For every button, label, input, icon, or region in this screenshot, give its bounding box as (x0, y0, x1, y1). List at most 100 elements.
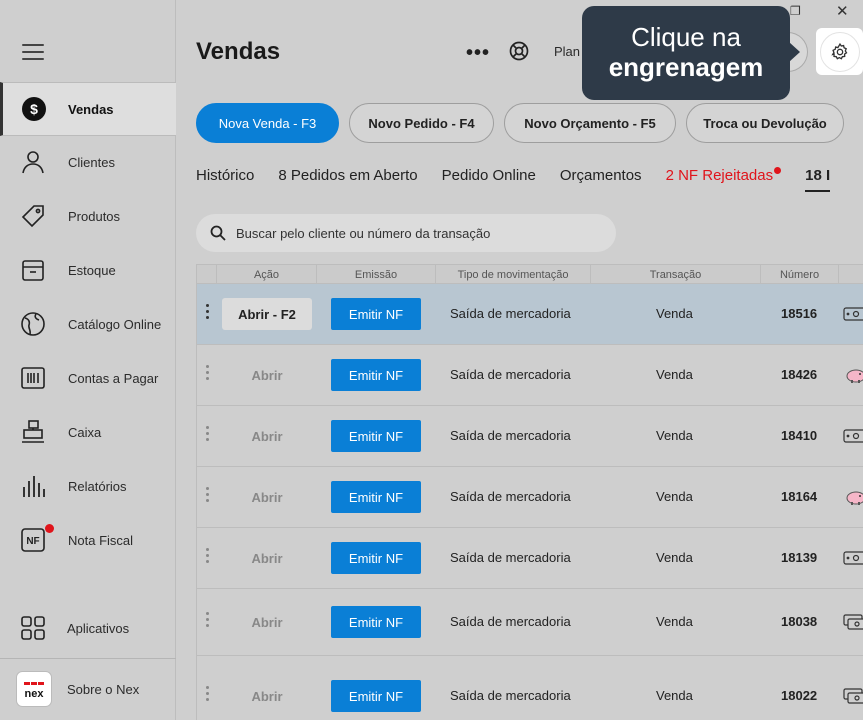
transaction-cell: Venda (656, 306, 693, 321)
nex-logo-icon: nex (16, 671, 52, 707)
emit-nf-button[interactable]: Emitir NF (331, 359, 421, 391)
open-button[interactable]: Abrir (222, 420, 312, 452)
open-button[interactable]: Abrir (222, 606, 312, 638)
plan-label[interactable]: Plan (554, 44, 580, 59)
gear-icon (819, 31, 860, 72)
emit-nf-button[interactable]: Emitir NF (331, 298, 421, 330)
cash-stack-icon (843, 687, 863, 705)
number-cell: 18410 (781, 428, 818, 443)
movement-type-cell: Saída de mercadoria (450, 306, 571, 321)
row-menu-icon[interactable] (203, 548, 211, 563)
nf-icon: NF (20, 527, 46, 553)
row-menu-icon[interactable] (203, 426, 211, 441)
table-row[interactable]: Abrir Emitir NF Saída de mercadoria Venda 18… (197, 345, 863, 406)
sidebar-item-caixa[interactable]: Caixa (0, 406, 176, 458)
column-header-transacao[interactable]: Transação (591, 265, 761, 284)
open-button[interactable]: Abrir (222, 481, 312, 513)
tab-pedidos-em-aberto[interactable]: 8 Pedidos em Aberto (278, 167, 417, 192)
table-row[interactable]: Abrir Emitir NF Saída de mercadoria Venda 18… (197, 467, 863, 528)
apps-icon (20, 615, 46, 641)
sidebar-item-label: Estoque (68, 262, 116, 278)
open-button[interactable]: Abrir (222, 680, 312, 712)
novo-pedido-button[interactable]: Novo Pedido - F4 (349, 103, 494, 143)
sidebar-item-relatorios[interactable]: Relatórios (0, 460, 176, 512)
tab-pedido-online[interactable]: Pedido Online (442, 167, 536, 192)
row-menu-icon[interactable] (203, 686, 211, 701)
sidebar-item-estoque[interactable]: Estoque (0, 244, 176, 296)
cash-icon (843, 305, 863, 323)
movement-type-cell: Saída de mercadoria (450, 489, 571, 504)
table-header: Ação Emissão Tipo de movimentação Transa… (197, 264, 863, 284)
nova-venda-button[interactable]: Nova Venda - F3 (196, 103, 339, 143)
cash-stack-icon (843, 613, 863, 631)
sidebar-item-label: Sobre o Nex (67, 681, 140, 697)
sidebar-item-clientes[interactable]: Clientes (0, 136, 176, 188)
barcode-icon (20, 365, 46, 391)
piggy-icon (843, 488, 863, 506)
troca-devolucao-button[interactable]: Troca ou Devolução (686, 103, 844, 143)
sidebar-item-aplicativos[interactable]: Aplicativos (0, 602, 176, 654)
movement-type-cell: Saída de mercadoria (450, 688, 571, 703)
row-menu-icon[interactable] (203, 487, 211, 502)
user-icon (20, 149, 46, 175)
more-icon[interactable]: ••• (466, 42, 490, 65)
page-title: Vendas (196, 38, 281, 65)
sidebar-item-produtos[interactable]: Produtos (0, 190, 176, 242)
cash-icon (843, 427, 863, 445)
open-button[interactable]: Abrir (222, 542, 312, 574)
emit-nf-button[interactable]: Emitir NF (331, 680, 421, 712)
column-header-tipo[interactable]: Tipo de movimentação (436, 265, 591, 284)
number-cell: 18164 (781, 489, 818, 504)
novo-orcamento-button[interactable]: Novo Orçamento - F5 (504, 103, 676, 143)
number-cell: 18426 (781, 367, 818, 382)
settings-button[interactable] (816, 28, 863, 75)
table-body: Abrir - F2 Emitir NF Saída de mercadoria Ve… (197, 284, 863, 720)
hamburger-icon[interactable] (22, 44, 44, 60)
tab-historico[interactable]: Histórico (196, 167, 254, 192)
sidebar-item-nota-fiscal[interactable]: NF Nota Fiscal (0, 514, 176, 566)
search-bar (196, 214, 616, 252)
table-row[interactable]: Abrir Emitir NF Saída de mercadoria Venda 18… (197, 406, 863, 467)
column-header-numero[interactable]: Número (761, 265, 839, 284)
sidebar-item-contas-a-pagar[interactable]: Contas a Pagar (0, 352, 176, 404)
row-menu-icon[interactable] (203, 304, 211, 319)
row-menu-icon[interactable] (203, 612, 211, 627)
open-button[interactable]: Abrir - F2 (222, 298, 312, 330)
table-row[interactable]: Abrir Emitir NF Saída de mercadoria Venda 18… (197, 656, 863, 720)
sidebar-item-label: Contas a Pagar (68, 370, 159, 386)
tag-icon (20, 203, 46, 229)
row-menu-icon[interactable] (203, 365, 211, 380)
tab-truncated[interactable]: 18 I (805, 167, 831, 192)
app-window: $ Vendas Clientes Produtos Estoque Catál… (0, 0, 863, 720)
divider (0, 658, 176, 659)
open-button[interactable]: Abrir (222, 359, 312, 391)
restore-icon[interactable]: ❐ (790, 4, 801, 18)
cash-icon (843, 549, 863, 567)
number-cell: 18022 (781, 688, 818, 703)
main-content: Vendas ••• Plan ❐ ✕ Nova Venda - F3 Novo… (176, 0, 863, 720)
close-icon[interactable]: ✕ (836, 2, 849, 20)
emit-nf-button[interactable]: Emitir NF (331, 481, 421, 513)
table-row[interactable]: Abrir Emitir NF Saída de mercadoria Venda 18… (197, 528, 863, 589)
sidebar-item-catalogo-online[interactable]: Catálogo Online (0, 298, 176, 350)
column-header-emissao[interactable]: Emissão (317, 265, 436, 284)
table-row[interactable]: Abrir Emitir NF Saída de mercadoria Venda 18… (197, 589, 863, 656)
emit-nf-button[interactable]: Emitir NF (331, 542, 421, 574)
transaction-cell: Venda (656, 550, 693, 565)
search-input[interactable] (236, 225, 596, 241)
emit-nf-button[interactable]: Emitir NF (331, 606, 421, 638)
table-row[interactable]: Abrir - F2 Emitir NF Saída de mercadoria Ve… (197, 284, 863, 345)
tab-label: 2 NF Rejeitadas (665, 167, 774, 184)
tab-orcamentos[interactable]: Orçamentos (560, 167, 642, 192)
sidebar-item-label: Vendas (68, 101, 114, 117)
transaction-cell: Venda (656, 688, 693, 703)
sidebar-item-sobre-o-nex[interactable]: nex Sobre o Nex (0, 662, 176, 716)
svg-text:$: $ (30, 101, 38, 117)
transaction-cell: Venda (656, 489, 693, 504)
tab-nf-rejeitadas[interactable]: 2 NF Rejeitadas (665, 167, 782, 192)
emit-nf-button[interactable]: Emitir NF (331, 420, 421, 452)
box-icon (20, 257, 46, 283)
support-icon[interactable] (508, 40, 530, 62)
sidebar-item-vendas[interactable]: $ Vendas (0, 82, 176, 136)
column-header-acao[interactable]: Ação (217, 265, 317, 284)
